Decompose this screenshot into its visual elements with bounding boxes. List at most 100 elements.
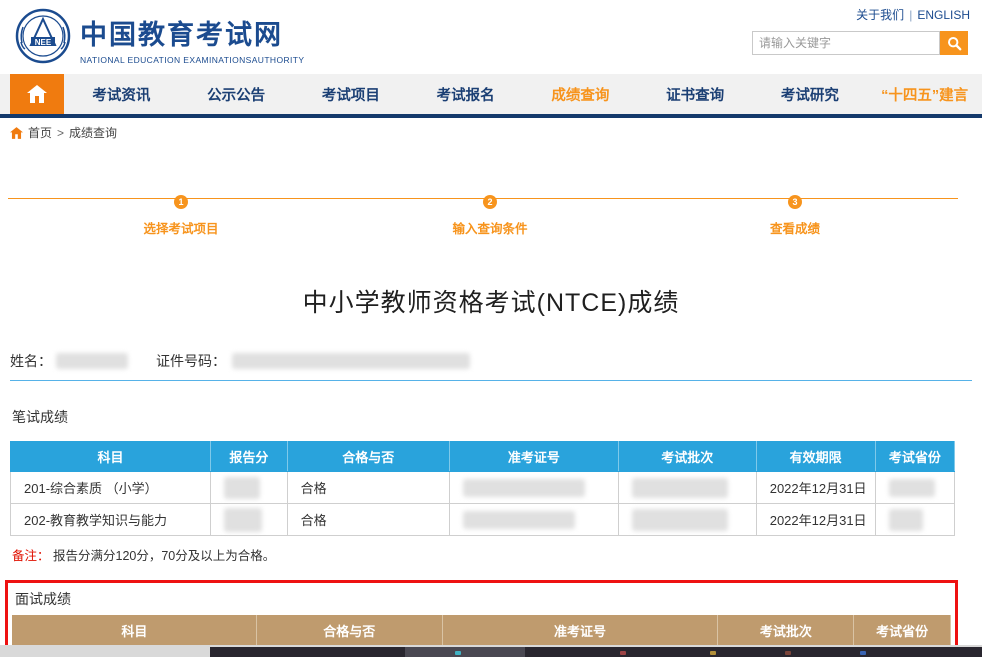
province-cell (875, 504, 954, 536)
home-icon (27, 85, 47, 103)
step-2-label: 输入查询条件 (410, 218, 570, 237)
name-label: 姓名： (10, 351, 52, 371)
nav-item-exam-programs[interactable]: 考试项目 (294, 74, 409, 114)
interview-header-row: 科目 合格与否 准考证号 考试批次 考试省份 (13, 616, 951, 646)
col-exam-province: 考试省份 (854, 616, 951, 646)
score-cell (211, 504, 287, 536)
breadcrumb-home[interactable]: 首页 (28, 124, 52, 141)
search-icon (947, 36, 962, 51)
english-link[interactable]: ENGLISH (917, 8, 970, 22)
written-scores-title: 笔试成绩 (12, 407, 970, 427)
main-nav: 考试资讯 公示公告 考试项目 考试报名 成绩查询 证书查询 考试研究 “十四五”… (0, 74, 982, 118)
svg-text:NEE: NEE (35, 38, 52, 47)
redacted-batch (632, 509, 728, 531)
breadcrumb-current: 成绩查询 (69, 124, 117, 141)
site-title: 中国教育考试网 (80, 13, 304, 52)
col-subject: 科目 (13, 616, 257, 646)
redacted-batch (632, 478, 728, 498)
nav-item-exam-news[interactable]: 考试资讯 (64, 74, 179, 114)
search-button[interactable] (940, 31, 968, 55)
nav-item-exam-research[interactable]: 考试研究 (753, 74, 868, 114)
step-1-dot: 1 (174, 195, 188, 209)
redacted-ticket (463, 511, 575, 529)
taskbar-icon-dot (620, 651, 626, 655)
page-title: 中小学教师资格考试(NTCE)成绩 (0, 283, 982, 319)
redacted-score (224, 477, 260, 499)
redacted-score (224, 508, 262, 532)
valid-until-cell: 2022年12月31日 (756, 472, 875, 504)
taskbar-active-segment (405, 647, 525, 657)
page: NEE 中国教育考试网 NATIONAL EDUCATION EXAMINATI… (0, 0, 982, 657)
subject-cell: 202-教育教学知识与能力 (11, 504, 211, 536)
col-valid-until: 有效期限 (756, 442, 875, 472)
step-2: 2 输入查询条件 (410, 192, 570, 237)
col-pass-status: 合格与否 (256, 616, 442, 646)
redacted-name (56, 353, 128, 369)
col-admission-ticket: 准考证号 (442, 616, 718, 646)
province-cell (875, 472, 954, 504)
top-utility-links: 关于我们 | ENGLISH (856, 6, 970, 23)
site-subtitle: NATIONAL EDUCATION EXAMINATIONSAUTHORITY (80, 55, 304, 65)
breadcrumb-separator: > (57, 126, 64, 140)
col-exam-batch: 考试批次 (718, 616, 854, 646)
pass-cell: 合格 (287, 472, 449, 504)
search-input[interactable] (752, 31, 940, 55)
note-text: 报告分满分120分，70分及以上为合格。 (53, 549, 275, 563)
taskbar-icon-dot (710, 651, 716, 655)
col-admission-ticket: 准考证号 (449, 442, 618, 472)
batch-cell (618, 472, 756, 504)
step-3: 3 查看成绩 (715, 192, 875, 237)
score-note: 备注： 报告分满分120分，70分及以上为合格。 (12, 545, 970, 564)
site-header: NEE 中国教育考试网 NATIONAL EDUCATION EXAMINATI… (0, 0, 982, 74)
search-bar (752, 31, 968, 55)
step-2-dot: 2 (483, 195, 497, 209)
nav-home-button[interactable] (10, 74, 64, 114)
taskbar-icon-dot (455, 651, 461, 655)
identity-row: 姓名： 证件号码： (10, 351, 972, 381)
written-scores-table: 科目 报告分 合格与否 准考证号 考试批次 有效期限 考试省份 201-综合素质… (10, 441, 955, 536)
redacted-id-number (232, 353, 470, 369)
redacted-province (889, 479, 935, 497)
nav-item-public-notice[interactable]: 公示公告 (179, 74, 294, 114)
nav-item-14th-plan-suggestions[interactable]: “十四五”建言 (867, 74, 982, 114)
score-cell (211, 472, 287, 504)
nav-item-exam-registration[interactable]: 考试报名 (408, 74, 523, 114)
written-header-row: 科目 报告分 合格与否 准考证号 考试批次 有效期限 考试省份 (11, 442, 955, 472)
batch-cell (618, 504, 756, 536)
pass-cell: 合格 (287, 504, 449, 536)
col-pass-status: 合格与否 (287, 442, 449, 472)
step-1-label: 选择考试项目 (101, 218, 261, 237)
bottom-strip (0, 645, 982, 657)
subject-cell: 201-综合素质 （小学） (11, 472, 211, 504)
col-exam-batch: 考试批次 (618, 442, 756, 472)
col-report-score: 报告分 (211, 442, 287, 472)
neea-logo-icon: NEE (14, 7, 72, 65)
about-us-link[interactable]: 关于我们 (856, 8, 904, 22)
table-row: 201-综合素质 （小学） 合格 2022年12月31日 (11, 472, 955, 504)
interview-scores-title: 面试成绩 (12, 586, 951, 615)
step-1: 1 选择考试项目 (101, 192, 261, 237)
col-subject: 科目 (11, 442, 211, 472)
taskbar-icon-dot (860, 651, 866, 655)
table-row: 202-教育教学知识与能力 合格 2022年12月31日 (11, 504, 955, 536)
nav-item-score-query[interactable]: 成绩查询 (523, 74, 638, 114)
valid-until-cell: 2022年12月31日 (756, 504, 875, 536)
taskbar-sliver (210, 647, 982, 657)
note-label: 备注： (12, 549, 50, 563)
col-exam-province: 考试省份 (875, 442, 954, 472)
site-logo[interactable]: NEE (14, 7, 72, 65)
link-separator: | (909, 8, 912, 22)
progress-steps: 1 选择考试项目 2 输入查询条件 3 查看成绩 (0, 187, 982, 239)
ticket-cell (449, 504, 618, 536)
step-3-label: 查看成绩 (715, 218, 875, 237)
ticket-cell (449, 472, 618, 504)
id-number-label: 证件号码： (156, 351, 226, 371)
redacted-province (889, 509, 923, 531)
taskbar-icon-dot (785, 651, 791, 655)
breadcrumb: 首页 > 成绩查询 (0, 118, 982, 145)
step-3-dot: 3 (788, 195, 802, 209)
redacted-ticket (463, 479, 585, 497)
breadcrumb-home-icon (10, 127, 23, 139)
brand-block: 中国教育考试网 NATIONAL EDUCATION EXAMINATIONSA… (80, 13, 304, 65)
nav-item-certificate-query[interactable]: 证书查询 (638, 74, 753, 114)
